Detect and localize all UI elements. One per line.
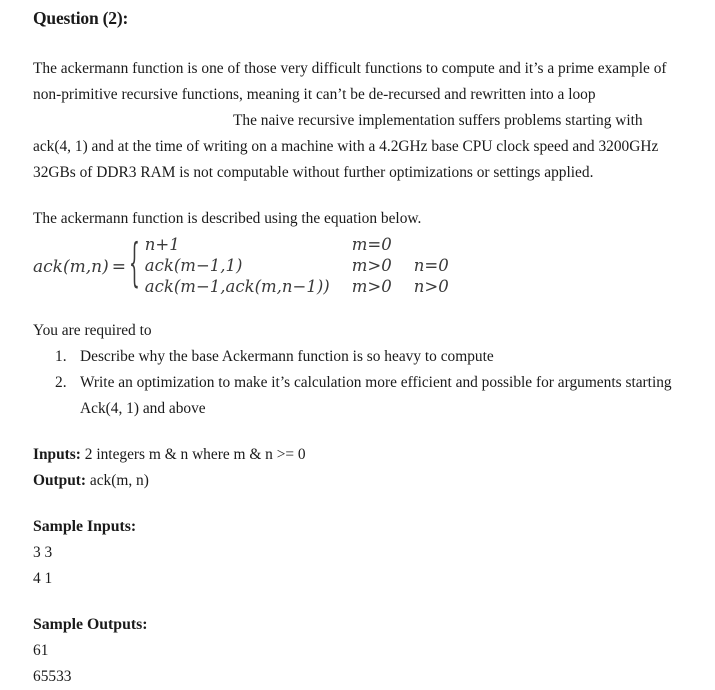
sample-outputs-heading: Sample Outputs: xyxy=(33,616,148,633)
list-item: 1. Describe why the base Ackermann funct… xyxy=(33,344,681,370)
intro-paragraph-part2: The naive recursive implementation suffe… xyxy=(33,112,659,181)
inputs-value: 2 integers m & n where m & n >= 0 xyxy=(84,446,306,463)
list-item: 2. Write an optimization to make it’s ca… xyxy=(33,370,681,422)
requirements-list: 1. Describe why the base Ackermann funct… xyxy=(33,344,681,422)
equation-left-hand-side: ack(m,n) xyxy=(33,256,109,277)
equation-case-condition-1: m=0 xyxy=(351,235,392,254)
sample-output-value: 65533 xyxy=(33,668,72,685)
inputs-label: Inputs: xyxy=(33,446,81,463)
equation-brace: { xyxy=(128,234,140,296)
list-item-text: Write an optimization to make it’s calcu… xyxy=(80,374,672,417)
equation-case-condition-2: n=0 xyxy=(413,256,449,275)
equation-case-row: ack(m−1,1) m>0 n=0 xyxy=(145,256,449,277)
document-page: Question (2): The ackermann function is … xyxy=(0,0,715,685)
list-item-number: 1. xyxy=(55,348,67,365)
sample-output-value: 61 xyxy=(33,642,49,659)
equation-cases: n+1 m=0 ack(m−1,1) m>0 n=0 ack(m−1,ack(m… xyxy=(145,235,449,298)
equation-case-expression: n+1 xyxy=(144,235,180,254)
equation-case-expression: ack(m−1,ack(m,n−1)) xyxy=(144,277,330,296)
list-item-number: 2. xyxy=(55,374,67,391)
equation-case-row: ack(m−1,ack(m,n−1)) m>0 n>0 xyxy=(145,277,449,298)
equation-case-condition-2: n>0 xyxy=(413,277,449,296)
equation-equals-sign: = xyxy=(111,256,126,277)
output-label: Output: xyxy=(33,472,87,489)
list-item-text: Describe why the base Ackermann function… xyxy=(80,348,494,365)
inputs-line: Inputs: 2 integers m & n where m & n >= … xyxy=(33,442,681,468)
ackermann-equation: ack(m,n) = { n+1 m=0 ack(m−1,1) m>0 n=0 … xyxy=(33,235,681,298)
intro-paragraph: The ackermann function is one of those v… xyxy=(33,56,681,186)
requirements-intro: You are required to xyxy=(33,322,152,339)
equation-case-condition-1: m>0 xyxy=(351,277,392,296)
intro-paragraph-part1: The ackermann function is one of those v… xyxy=(33,60,667,103)
sample-input-value: 4 1 xyxy=(33,570,53,587)
equation-intro: The ackermann function is described usin… xyxy=(33,210,422,227)
equation-case-expression: ack(m−1,1) xyxy=(144,256,243,275)
equation-case-condition-1: m>0 xyxy=(351,256,392,275)
sample-input-value: 3 3 xyxy=(33,544,53,561)
sample-inputs-heading: Sample Inputs: xyxy=(33,518,137,535)
page-title: Question (2): xyxy=(33,8,129,28)
equation-case-row: n+1 m=0 xyxy=(145,235,449,256)
output-line: Output: ack(m, n) xyxy=(33,468,681,494)
document-content: Question (2): The ackermann function is … xyxy=(33,6,681,690)
output-value: ack(m, n) xyxy=(89,472,149,489)
